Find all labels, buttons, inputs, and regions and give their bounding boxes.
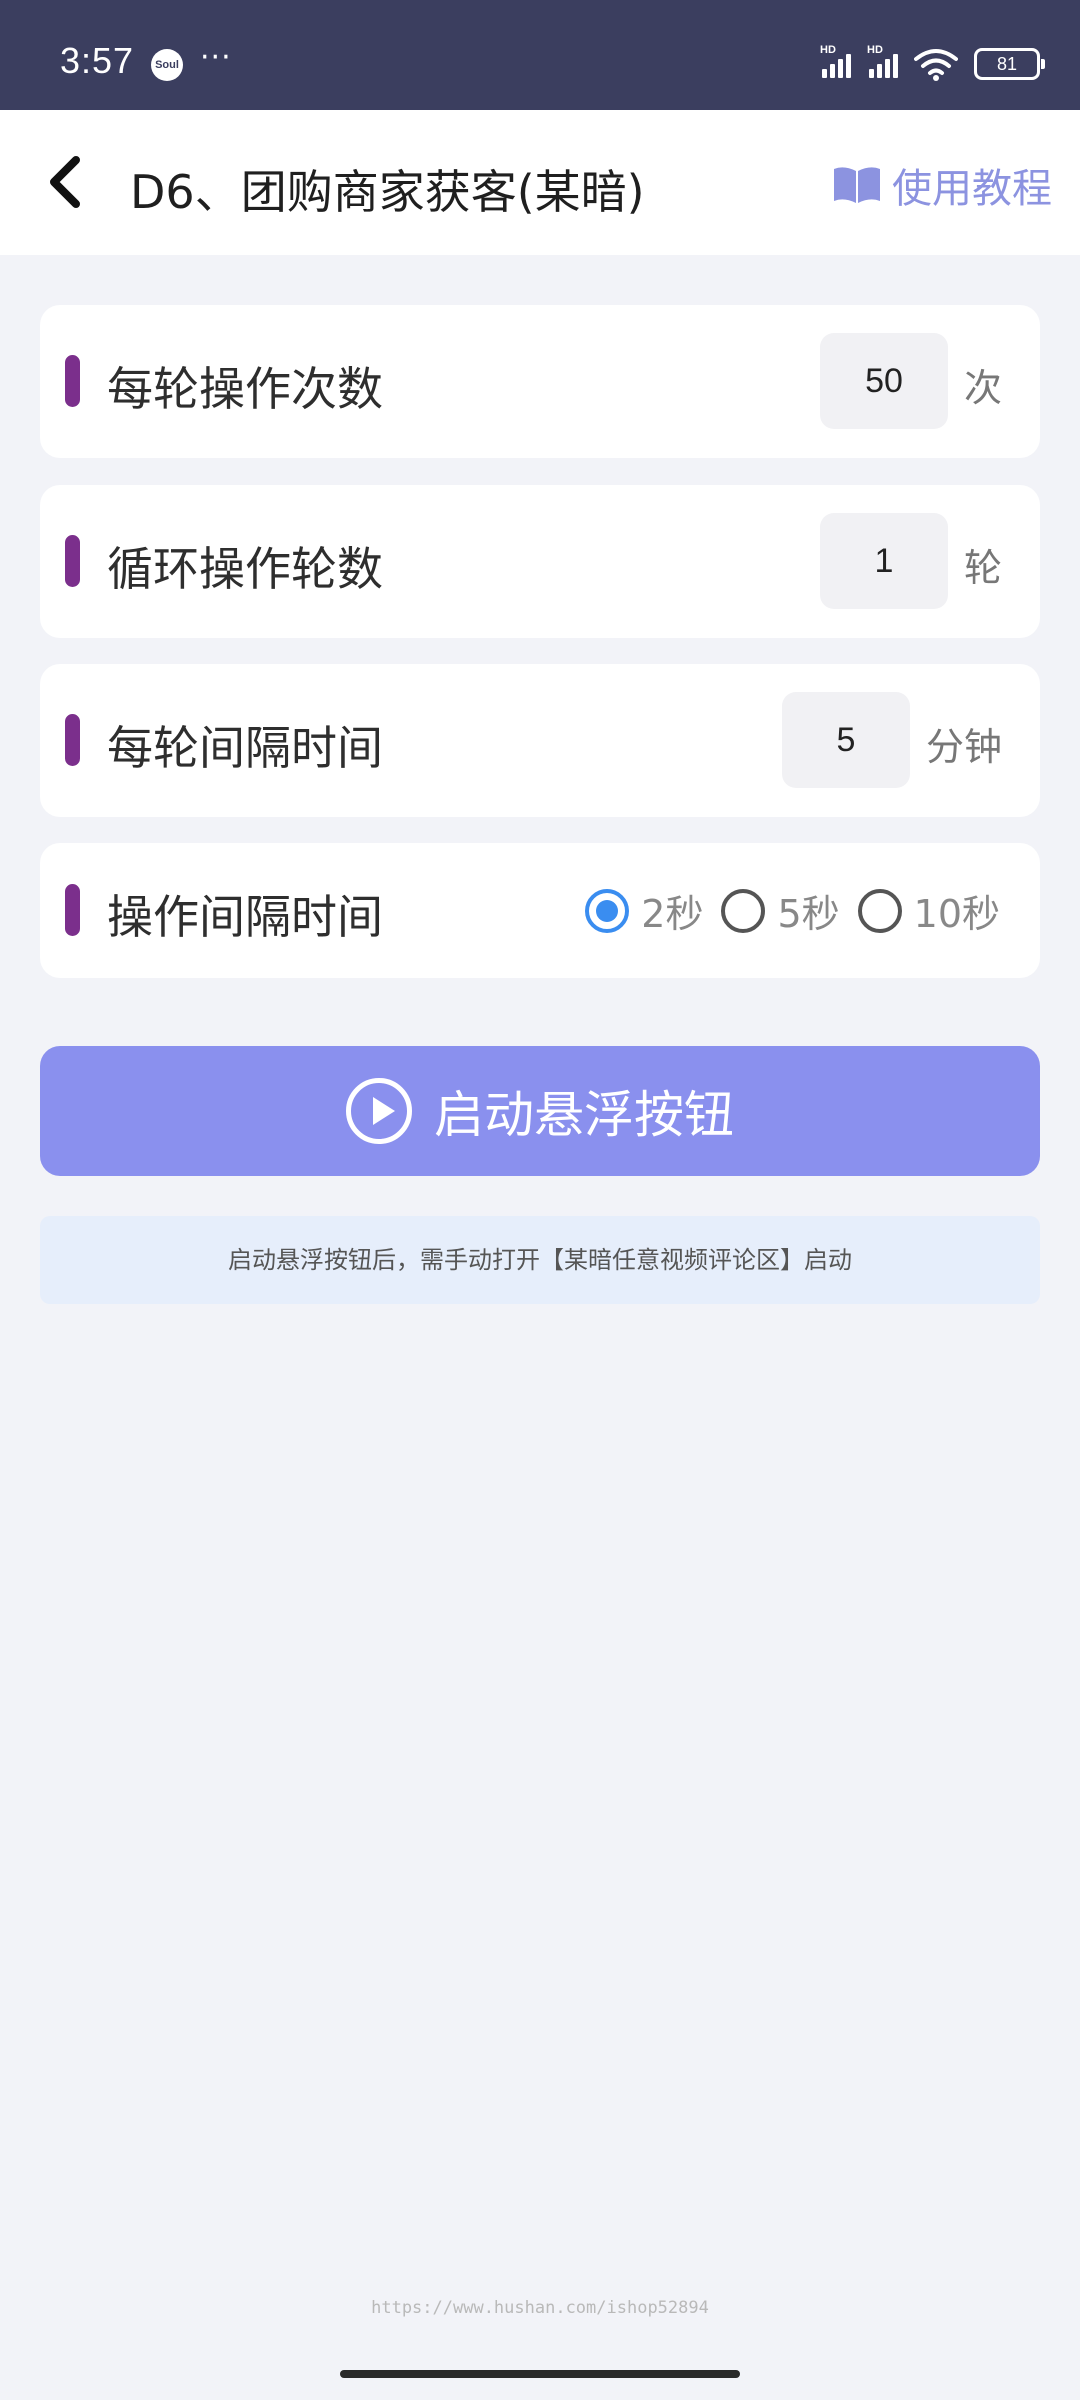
per-round-ops-input[interactable]: 50	[820, 333, 948, 429]
op-interval-card: 操作间隔时间 2秒 5秒 10秒	[40, 843, 1040, 978]
navigation-bar: D6、团购商家获客(某暗) 使用教程	[0, 110, 1080, 255]
loop-rounds-label: 循环操作轮数	[107, 542, 383, 596]
start-button-label: 启动悬浮按钮	[434, 1086, 734, 1144]
instruction-notice: 启动悬浮按钮后，需手动打开【某暗任意视频评论区】启动	[40, 1216, 1040, 1304]
per-round-ops-label: 每轮操作次数	[107, 362, 383, 416]
battery-icon: 81	[974, 48, 1045, 80]
loop-rounds-unit: 轮	[964, 546, 1003, 590]
radio-selected-icon	[585, 888, 630, 933]
chevron-left-icon[interactable]	[40, 150, 100, 214]
radio-option-10s[interactable]: 10秒	[857, 883, 1000, 938]
status-time: 3:57	[60, 40, 135, 81]
accent-bar	[65, 355, 80, 407]
tutorial-label: 使用教程	[892, 166, 1052, 212]
tutorial-link[interactable]: 使用教程	[830, 156, 1052, 214]
more-notifications-icon: ···	[200, 40, 232, 75]
per-round-ops-card: 每轮操作次数 50 次	[40, 305, 1040, 458]
op-interval-label: 操作间隔时间	[107, 890, 383, 944]
radio-label: 10秒	[913, 892, 1000, 936]
radio-option-5s[interactable]: 5秒	[721, 883, 840, 938]
radio-label: 5秒	[777, 892, 840, 936]
status-bar: 3:57 Soul ··· HD HD 81	[0, 0, 1080, 110]
wifi-icon	[914, 49, 958, 81]
hd-label: HD	[820, 44, 836, 56]
round-interval-input[interactable]: 5	[782, 692, 910, 788]
play-circle-icon	[346, 1078, 412, 1144]
soul-app-icon: Soul	[151, 49, 183, 81]
watermark: https://www.hushan.com/ishop52894	[371, 2298, 709, 2318]
round-interval-label: 每轮间隔时间	[107, 721, 383, 775]
accent-bar	[65, 714, 80, 766]
per-round-ops-unit: 次	[964, 366, 1003, 410]
radio-option-2s[interactable]: 2秒	[585, 883, 703, 938]
accent-bar	[65, 535, 80, 587]
book-icon	[834, 167, 880, 203]
signal-icon: HD	[867, 44, 898, 78]
loop-rounds-input[interactable]: 1	[820, 513, 948, 609]
signal-icon: HD	[820, 44, 851, 78]
hd-label: HD	[867, 44, 883, 56]
round-interval-card: 每轮间隔时间 5 分钟	[40, 664, 1040, 817]
op-interval-options: 2秒 5秒 10秒	[585, 883, 1000, 938]
accent-bar	[65, 884, 80, 936]
radio-unselected-icon	[721, 888, 766, 933]
radio-unselected-icon	[857, 888, 902, 933]
page-title: D6、团购商家获客(某暗)	[130, 165, 645, 219]
status-icons: HD HD 81	[820, 44, 1045, 82]
round-interval-unit: 分钟	[926, 725, 1003, 769]
home-indicator[interactable]	[340, 2370, 740, 2378]
radio-label: 2秒	[641, 892, 704, 936]
loop-rounds-card: 循环操作轮数 1 轮	[40, 485, 1040, 638]
start-floating-button[interactable]: 启动悬浮按钮	[40, 1046, 1040, 1176]
